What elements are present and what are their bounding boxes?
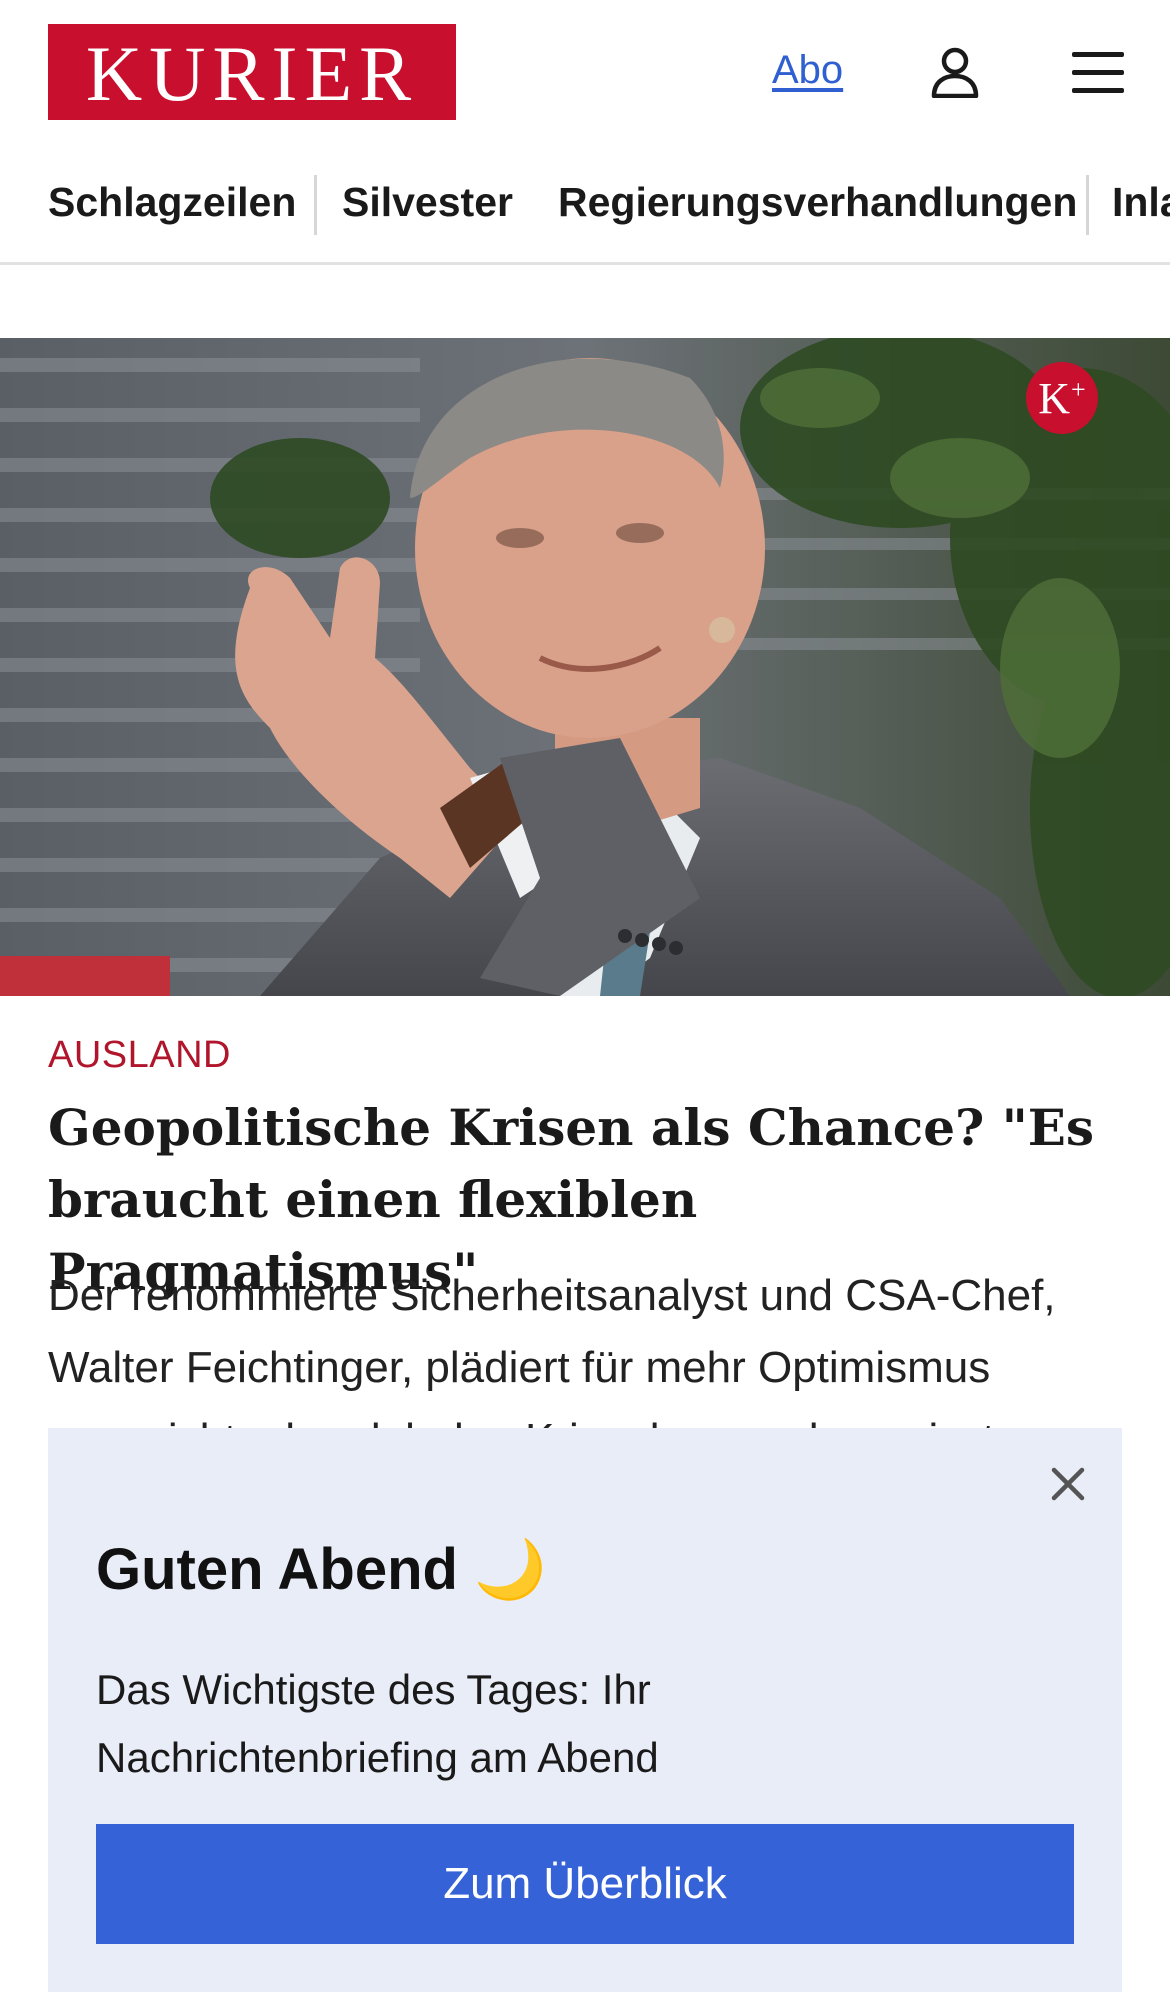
popup-title: Guten Abend 🌙 [96,1537,547,1602]
article-category[interactable]: AUSLAND [48,1034,231,1077]
hero-photo [0,338,1170,996]
user-icon[interactable] [930,46,980,98]
zum-ueberblick-button[interactable]: Zum Überblick [96,1824,1074,1944]
abo-link[interactable]: Abo [772,48,843,93]
close-icon[interactable] [1040,1456,1096,1512]
section-nav: Schlagzeilen Silvester Regierungsverhand… [0,165,1170,265]
nav-divider [314,175,317,235]
kurier-logo[interactable]: KURIER [48,24,456,120]
nav-item-schlagzeilen[interactable]: Schlagzeilen [48,179,296,226]
kplus-premium-badge: K + [1026,362,1098,434]
nav-item-inland[interactable]: Inla [1112,179,1170,226]
menu-icon[interactable] [1072,50,1124,94]
nav-divider [1086,175,1089,235]
popup-description: Das Wichtigste des Tages: Ihr Nachrichte… [96,1666,659,1781]
article-hero-image[interactable] [0,338,1170,996]
site-header: KURIER Abo [0,0,1170,145]
nav-item-regierungsverhandlungen[interactable]: Regierungsverhandlungen [558,179,1077,226]
nav-item-silvester[interactable]: Silvester [342,179,513,226]
